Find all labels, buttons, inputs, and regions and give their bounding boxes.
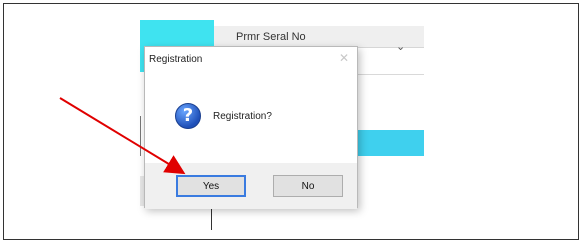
registration-dialog: Registration ✕ ? Registration? Yes No — [144, 46, 358, 209]
column-header[interactable]: Prmr Seral No — [214, 26, 424, 48]
column-header-label: Prmr Seral No — [236, 31, 306, 43]
no-button[interactable]: No — [273, 175, 343, 197]
question-icon: ? — [175, 103, 201, 129]
close-icon[interactable]: ✕ — [337, 51, 351, 65]
dialog-titlebar[interactable]: Registration ✕ — [145, 47, 357, 75]
dialog-footer: Yes No — [145, 163, 357, 209]
dialog-body: ? Registration? — [145, 75, 357, 163]
chevron-down-icon[interactable]: ⌄ — [396, 40, 405, 53]
grid-divider — [140, 116, 141, 156]
dialog-title: Registration — [149, 54, 203, 65]
yes-button[interactable]: Yes — [176, 175, 246, 197]
dialog-message: Registration? — [213, 111, 272, 122]
